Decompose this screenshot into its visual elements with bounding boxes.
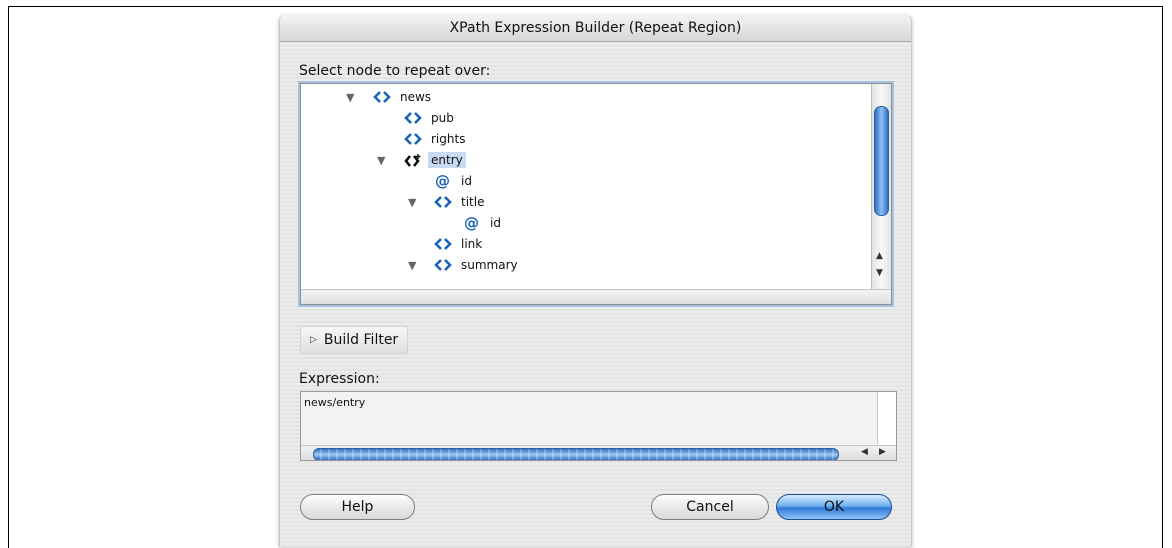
tree-node-label-selected: entry [428, 152, 466, 168]
tree-node-pub[interactable]: pub [404, 108, 454, 128]
attribute-at-icon: @ [464, 214, 479, 232]
xpath-builder-dialog: XPath Expression Builder (Repeat Region)… [279, 15, 912, 547]
tree-node-label: id [490, 216, 501, 230]
expand-triangle-icon[interactable]: ▼ [408, 196, 416, 209]
scroll-down-arrow-icon[interactable]: ▼ [876, 268, 883, 278]
tree-node-news[interactable]: news [373, 87, 431, 107]
tree-node-label: link [461, 237, 483, 251]
repeating-element-icon [404, 154, 421, 167]
select-node-label: Select node to repeat over: [299, 63, 491, 79]
tree-node-summary[interactable]: summary [434, 255, 518, 275]
element-tag-icon [373, 91, 391, 103]
element-tag-icon [404, 133, 422, 145]
expression-label: Expression: [299, 371, 380, 387]
expand-triangle-icon[interactable]: ▼ [377, 154, 385, 167]
element-tag-icon [434, 238, 452, 250]
tree-node-label: title [461, 195, 485, 209]
help-button[interactable]: Help [300, 494, 415, 520]
tree-node-rights[interactable]: rights [404, 129, 465, 149]
expression-value[interactable]: news/entry [304, 396, 365, 409]
element-tag-icon [434, 196, 452, 208]
scroll-left-arrow-icon[interactable]: ◀ [861, 447, 868, 457]
node-tree[interactable]: ▼ news pub rights ▼ entry @ id ▼ title @… [300, 83, 892, 305]
tree-node-link[interactable]: link [434, 234, 482, 254]
tree-node-label: pub [431, 111, 454, 125]
expand-triangle-icon[interactable]: ▼ [408, 259, 416, 272]
dialog-title: XPath Expression Builder (Repeat Region) [449, 20, 742, 36]
tree-node-title[interactable]: title [434, 192, 484, 212]
cancel-button[interactable]: Cancel [651, 494, 769, 520]
dialog-titlebar: XPath Expression Builder (Repeat Region) [280, 15, 911, 42]
scroll-up-arrow-icon[interactable]: ▲ [876, 251, 883, 261]
scroll-right-arrow-icon[interactable]: ▶ [879, 447, 886, 457]
tree-node-id-attribute[interactable]: @ id [434, 171, 472, 191]
tree-scroll-thumb[interactable] [874, 106, 889, 216]
tree-node-label: id [461, 174, 472, 188]
attribute-at-icon: @ [435, 172, 450, 190]
tree-node-label: news [400, 90, 432, 104]
ok-button[interactable]: OK [776, 494, 892, 520]
tree-horizontal-bar [301, 289, 891, 304]
tree-node-label: rights [431, 132, 466, 146]
expand-triangle-icon[interactable]: ▼ [346, 91, 354, 104]
expression-vertical-scrollbar[interactable] [877, 392, 896, 445]
build-filter-disclosure[interactable]: ▷ Build Filter [300, 326, 409, 354]
tree-vertical-scrollbar[interactable]: ▲ ▼ [871, 84, 891, 289]
build-filter-label: Build Filter [323, 332, 399, 348]
element-tag-icon [404, 112, 422, 124]
tree-node-title-id-attribute[interactable]: @ id [463, 213, 501, 233]
tree-node-label: summary [461, 258, 518, 272]
expression-horizontal-scrollbar[interactable]: ◀ ▶ [301, 445, 896, 460]
tree-content: ▼ news pub rights ▼ entry @ id ▼ title @… [301, 84, 873, 289]
expression-scroll-thumb[interactable] [313, 448, 839, 460]
disclosure-triangle-icon: ▷ [310, 335, 317, 345]
expression-field[interactable]: news/entry ◀ ▶ [300, 391, 897, 461]
element-tag-icon [434, 259, 452, 271]
tree-node-entry[interactable]: entry [404, 150, 466, 170]
